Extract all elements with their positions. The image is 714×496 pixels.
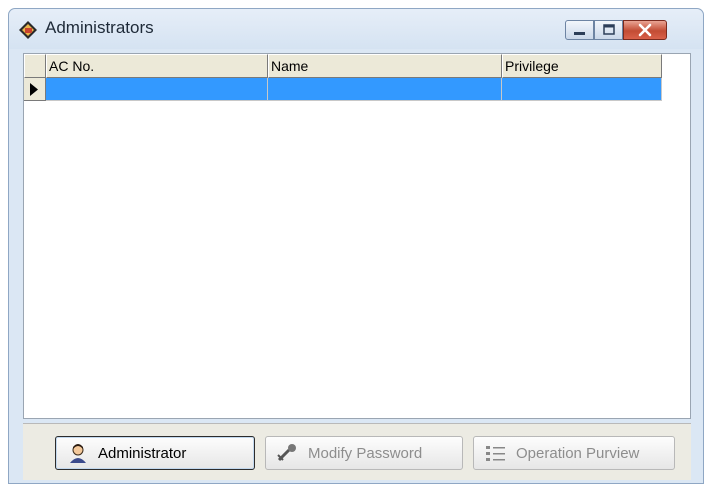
administrator-button-label: Administrator <box>98 444 187 462</box>
close-button[interactable] <box>623 20 667 40</box>
modify-password-button[interactable]: Modify Password <box>265 436 463 470</box>
corner-header-cell <box>24 54 46 78</box>
administrators-window: Administrators AC No. Name Privilege Adm… <box>8 8 704 484</box>
grid-header: AC No. Name Privilege <box>24 54 676 78</box>
maximize-icon <box>603 24 615 35</box>
administrators-grid[interactable]: AC No. Name Privilege <box>23 53 691 419</box>
modify-password-button-label: Modify Password <box>308 444 423 462</box>
current-row-arrow-icon <box>30 83 38 96</box>
cell-ac-no[interactable] <box>46 78 268 101</box>
operation-purview-button-label: Operation Purview <box>516 444 640 462</box>
cell-privilege[interactable] <box>502 78 662 101</box>
maximize-button[interactable] <box>594 20 623 40</box>
minimize-icon <box>574 32 585 35</box>
operation-purview-button[interactable]: Operation Purview <box>473 436 675 470</box>
column-header-name[interactable]: Name <box>268 54 502 78</box>
key-icon <box>277 444 296 462</box>
administrator-button[interactable]: Administrator <box>55 436 255 470</box>
column-header-privilege[interactable]: Privilege <box>502 54 662 78</box>
table-row[interactable] <box>24 78 676 101</box>
cell-name[interactable] <box>268 78 502 101</box>
row-indicator[interactable] <box>24 78 46 101</box>
minimize-button[interactable] <box>565 20 594 40</box>
app-icon <box>19 21 37 39</box>
close-icon <box>638 23 652 37</box>
column-header-ac-no[interactable]: AC No. <box>46 54 268 78</box>
button-bar: Administrator Modify Password Operation … <box>23 423 691 480</box>
window-title: Administrators <box>45 18 154 37</box>
user-icon <box>70 444 86 463</box>
list-icon <box>486 446 505 461</box>
title-bar[interactable]: Administrators <box>9 9 703 49</box>
